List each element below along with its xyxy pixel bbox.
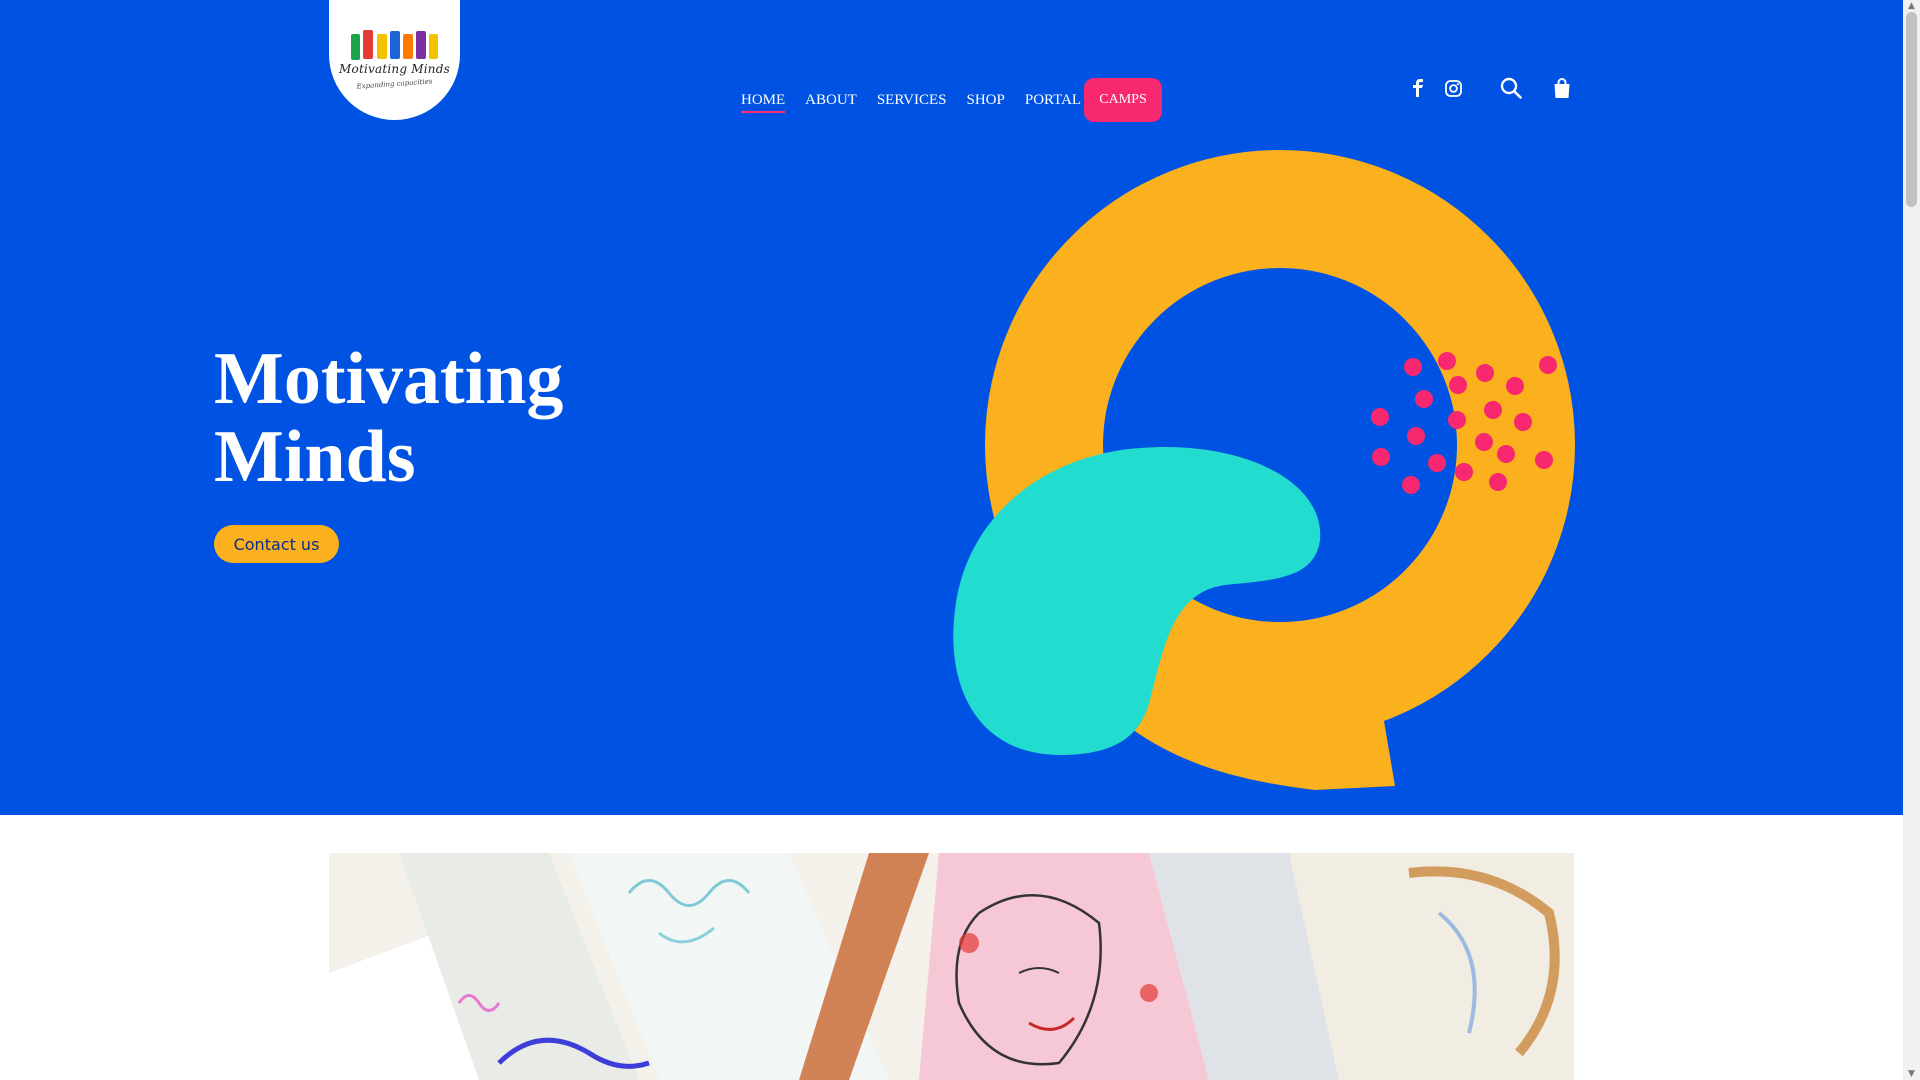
kids-drawings-photo [329,853,1574,1080]
contact-us-button[interactable]: Contact us [214,525,339,563]
shopping-bag-icon[interactable] [1550,76,1574,100]
logo[interactable]: Motivating Minds Expanding capacities [329,0,460,120]
nav-item-home[interactable]: HOME [741,90,786,113]
main-nav: HOME ABOUT SERVICES SHOP PORTAL [741,90,1101,113]
nav-item-shop[interactable]: SHOP [967,90,1005,110]
logo-text: Motivating Minds [339,62,450,76]
instagram-icon[interactable] [1443,78,1463,98]
scroll-down-arrow-icon[interactable]: ▼ [1906,1069,1917,1079]
hero-title-line2: Minds [214,416,416,498]
nav-item-services[interactable]: SERVICES [877,90,947,110]
search-icon[interactable] [1499,76,1523,100]
hero-title-line1: Motivating [214,338,564,420]
scrollbar-thumb[interactable] [1906,12,1917,207]
page-scrollbar[interactable]: ▲ ▼ [1903,0,1920,1080]
logo-pencils-icon [351,30,438,60]
hero-title: Motivating Minds [214,340,714,496]
scroll-up-arrow-icon[interactable]: ▲ [1906,1,1917,11]
hero-section: Motivating Minds Expanding capacities HO… [0,0,1903,815]
nav-item-about[interactable]: ABOUT [805,90,857,110]
camps-button[interactable]: CAMPS [1084,78,1162,122]
nav-item-portal[interactable]: PORTAL [1025,90,1081,110]
facebook-icon[interactable] [1408,78,1428,98]
